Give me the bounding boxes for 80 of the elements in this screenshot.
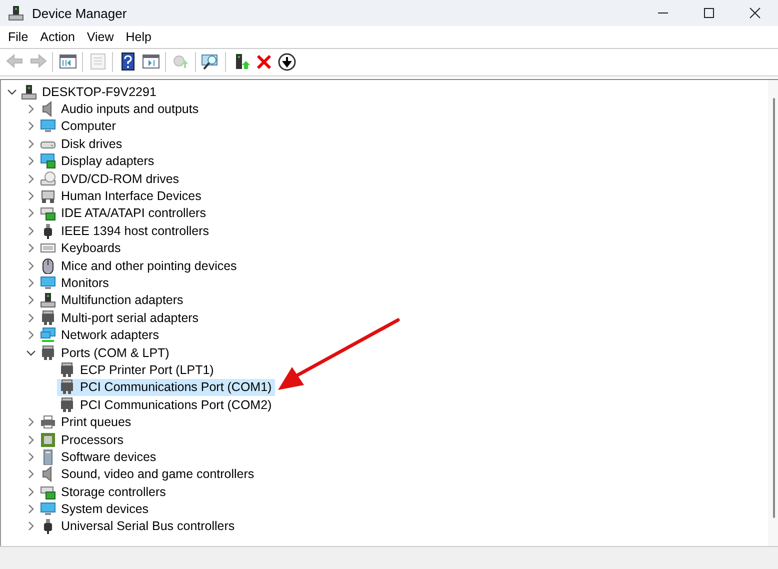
- tree-item[interactable]: Audio inputs and outputs: [38, 100, 202, 118]
- expand-icon[interactable]: [26, 174, 36, 184]
- expand-icon[interactable]: [26, 104, 36, 114]
- expand-icon[interactable]: [26, 312, 36, 323]
- collapse-icon[interactable]: [7, 86, 17, 97]
- tree-item[interactable]: IEEE 1394 host controllers: [38, 222, 212, 240]
- close-icon: [749, 7, 761, 19]
- tree-item[interactable]: Display adapters: [38, 152, 158, 170]
- expand-icon[interactable]: [26, 295, 36, 306]
- printer-icon: [40, 414, 56, 430]
- disable-icon: [276, 52, 296, 72]
- expand-icon[interactable]: [26, 469, 36, 480]
- tree-item[interactable]: DVD/CD-ROM drives: [38, 170, 182, 188]
- expand-icon[interactable]: [26, 156, 36, 166]
- maximize-icon: [703, 7, 715, 19]
- scan-icon: [200, 52, 220, 72]
- tree-item[interactable]: Network adapters: [38, 326, 162, 344]
- properties-icon: [88, 52, 108, 72]
- window-title: Device Manager: [32, 6, 127, 20]
- tree-item[interactable]: Sound, video and game controllers: [38, 466, 258, 483]
- processor-icon: [40, 432, 56, 448]
- expand-icon[interactable]: [26, 226, 36, 236]
- scrollbar[interactable]: [768, 80, 778, 546]
- tree-item[interactable]: Keyboards: [38, 240, 124, 257]
- network-icon: [40, 327, 56, 344]
- tree-item[interactable]: Universal Serial Bus controllers: [38, 518, 238, 536]
- expand-icon[interactable]: [26, 521, 36, 532]
- tree-item[interactable]: Monitors: [38, 274, 112, 292]
- tree-item[interactable]: Multifunction adapters: [38, 292, 186, 310]
- monitor-icon: [40, 118, 56, 134]
- collapse-icon[interactable]: [26, 348, 36, 358]
- display-card-icon: [40, 153, 56, 170]
- expand-icon[interactable]: [26, 504, 36, 514]
- tree-item[interactable]: Software devices: [38, 448, 160, 466]
- port-icon: [40, 310, 56, 326]
- menu-item[interactable]: View: [80, 30, 120, 44]
- expand-icon[interactable]: [26, 208, 36, 218]
- tree-item[interactable]: Multi-port serial adapters: [38, 309, 202, 326]
- port-icon: [59, 362, 75, 378]
- tree-item[interactable]: DESKTOP-F9V2291: [19, 83, 160, 100]
- expand-icon[interactable]: [26, 486, 36, 497]
- monitor-icon: [40, 274, 56, 291]
- port-icon: [40, 344, 56, 361]
- input-device-icon: [40, 188, 56, 204]
- expand-icon[interactable]: [26, 278, 36, 288]
- tree-item[interactable]: Print queues: [38, 413, 134, 431]
- expand-icon[interactable]: [26, 121, 36, 132]
- menu-item[interactable]: File: [2, 30, 34, 44]
- tree-item[interactable]: Disk drives: [38, 135, 126, 153]
- menu-item[interactable]: Help: [120, 30, 158, 44]
- tree-item[interactable]: Ports (COM & LPT): [38, 344, 172, 362]
- expand-icon[interactable]: [26, 434, 36, 445]
- expand-icon[interactable]: [26, 243, 36, 254]
- tree-item[interactable]: ECP Printer Port (LPT1): [57, 361, 217, 379]
- tree-item[interactable]: IDE ATA/ATAPI controllers: [38, 204, 209, 222]
- tree-item[interactable]: PCI Communications Port (COM2): [57, 396, 275, 414]
- computer-icon: [40, 292, 56, 308]
- expand-icon[interactable]: [26, 138, 36, 149]
- tree-item[interactable]: Human Interface Devices: [38, 187, 204, 205]
- controller-card-icon: [40, 484, 56, 500]
- menu-item[interactable]: Action: [34, 30, 81, 44]
- port-icon: [59, 379, 75, 396]
- tree-item[interactable]: Processors: [38, 430, 127, 448]
- tree-item[interactable]: Computer: [38, 118, 119, 136]
- tree-item[interactable]: PCI Communications Port (COM1): [57, 378, 275, 396]
- controller-card-icon: [40, 205, 56, 222]
- disc-drive-icon: [40, 170, 56, 187]
- computer-icon: [21, 84, 37, 100]
- tree-item[interactable]: Storage controllers: [38, 482, 169, 500]
- tree-item[interactable]: System devices: [38, 500, 152, 518]
- expand-icon[interactable]: [26, 191, 36, 202]
- expand-icon[interactable]: [26, 260, 36, 271]
- tree-item[interactable]: Mice and other pointing devices: [38, 256, 240, 274]
- expand-icon[interactable]: [26, 452, 36, 462]
- app-icon: [8, 5, 24, 21]
- expand-icon[interactable]: [26, 330, 36, 340]
- expand-icon[interactable]: [26, 417, 36, 428]
- port-icon: [59, 396, 75, 413]
- mouse-icon: [40, 258, 56, 274]
- monitor-icon: [40, 501, 56, 518]
